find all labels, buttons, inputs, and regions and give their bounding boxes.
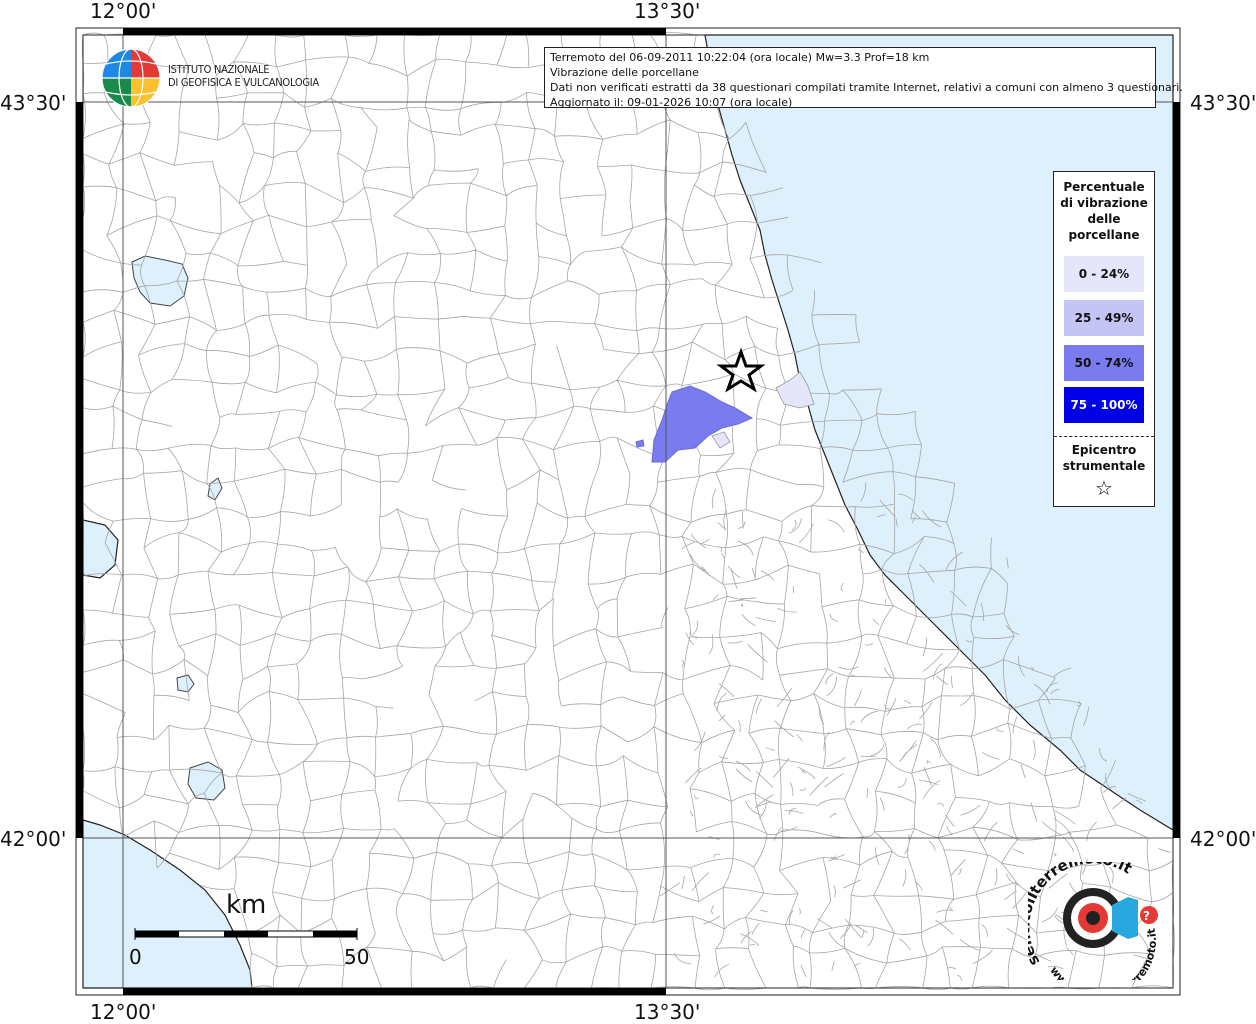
- legend-star-icon: ☆: [1095, 476, 1113, 500]
- legend-item-25-49: 25 - 49%: [1064, 300, 1144, 336]
- lat-label-right-lower: 42°00': [1190, 827, 1256, 851]
- lat-label-right-upper: 43°30': [1190, 91, 1256, 115]
- earthquake-info-box: Terremoto del 06-09-2011 10:22:04 (ora l…: [544, 47, 1183, 109]
- ingv-logo-text: ISTITUTO NAZIONALE DI GEOFISICA E VULCAN…: [168, 63, 319, 89]
- logo-line-1: ISTITUTO NAZIONALE: [168, 63, 270, 76]
- legend-title-line-4: porcellane: [1068, 228, 1140, 242]
- sentito-text-bottom: www.sentitoilterremoto.it: [1047, 927, 1158, 980]
- legend-title-line-1: Percentuale: [1063, 180, 1145, 194]
- legend-title-line-2: di vibrazione: [1060, 196, 1148, 210]
- legend-separator: [1054, 436, 1154, 437]
- sentito-question-icon: ?: [1143, 909, 1150, 923]
- legend-epicentre-line-2: strumentale: [1062, 459, 1146, 473]
- logo-line-2: DI GEOFISICA E VULCANOLOGIA: [168, 76, 319, 89]
- lon-label-top-right: 13°30': [634, 0, 701, 23]
- info-line-updated: Aggiornato il: 09-01-2026 10:07 (ora loc…: [550, 96, 793, 109]
- scale-end: 50: [344, 945, 370, 969]
- info-line-source: Dati non verificati estratti da 38 quest…: [550, 81, 1183, 94]
- legend-item-50-74: 50 - 74%: [1064, 345, 1144, 381]
- legend-title: Percentuale di vibrazione delle porcella…: [1054, 179, 1154, 243]
- legend-epicentre-line-1: Epicentro: [1071, 443, 1137, 457]
- lat-label-left-upper: 43°30': [0, 91, 67, 115]
- legend-epicentre-label: Epicentro strumentale: [1054, 442, 1154, 474]
- sentito-text-top: sentitoilterremoto.it: [1028, 862, 1135, 969]
- legend-item-75-100: 75 - 100%: [1064, 387, 1144, 423]
- ingv-logo-icon: [101, 48, 161, 108]
- lon-label-bottom-left: 12°00': [90, 1000, 157, 1024]
- lat-label-left-lower: 42°00': [0, 827, 67, 851]
- lon-label-bottom-right: 13°30': [634, 1000, 701, 1024]
- info-line-metric: Vibrazione delle porcellane: [550, 66, 699, 79]
- scale-start: 0: [129, 945, 142, 969]
- info-line-event: Terremoto del 06-09-2011 10:22:04 (ora l…: [550, 51, 930, 64]
- legend: Percentuale di vibrazione delle porcella…: [1053, 171, 1155, 507]
- lon-label-top-left: 12°00': [90, 0, 157, 23]
- legend-title-line-3: delle: [1087, 212, 1121, 226]
- sentito-watermark: sentitoilterremoto.it www.sentitoilterre…: [1028, 862, 1158, 980]
- legend-item-0-24: 0 - 24%: [1064, 256, 1144, 292]
- scale-unit: km: [226, 890, 267, 920]
